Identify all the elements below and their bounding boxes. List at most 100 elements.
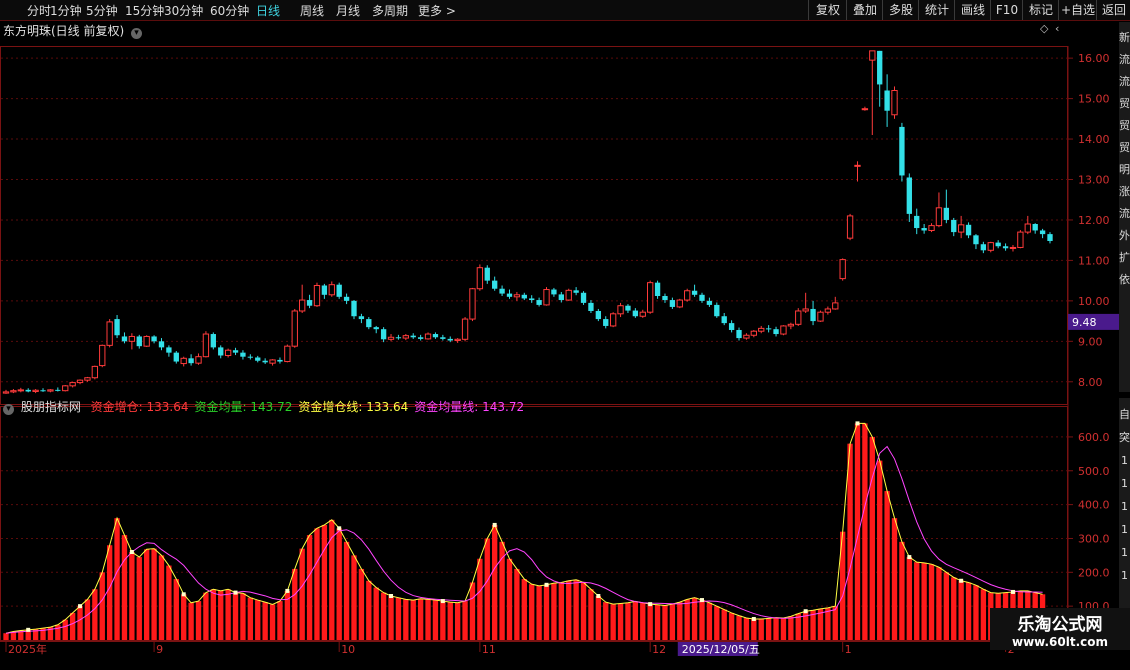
- chevron-down-icon[interactable]: ▾: [131, 28, 143, 39]
- diamond-icon[interactable]: ◇: [1040, 22, 1048, 35]
- indicator-bar: [603, 602, 609, 640]
- candle-body: [99, 344, 106, 367]
- candle-body: [839, 259, 846, 280]
- side-panel-char: 贸: [1119, 97, 1130, 110]
- tool-button-6[interactable]: 标记: [1022, 0, 1059, 20]
- indicator-bar: [121, 535, 128, 640]
- tool-button-8[interactable]: 返回: [1096, 0, 1130, 20]
- indicator-bar: [166, 565, 172, 640]
- indicator-bar: [736, 615, 742, 640]
- indicator-legend-2: 资金增仓线: 133.64: [298, 400, 409, 414]
- indicator-bar: [477, 558, 483, 640]
- tool-button-1[interactable]: 叠加: [846, 0, 883, 20]
- tool-button-5[interactable]: F10: [990, 0, 1023, 20]
- price-tick-label: 11.00: [1078, 254, 1110, 267]
- candle-body: [684, 290, 691, 301]
- indicator-bar: [403, 599, 409, 640]
- candle-body: [55, 389, 61, 391]
- candle-body: [647, 282, 654, 313]
- side-panel-char: 1: [1121, 546, 1128, 559]
- price-tick-label: 13.00: [1078, 174, 1110, 187]
- watermark: 乐淘公式网 www.60lt.com: [990, 608, 1130, 650]
- candle-body: [410, 335, 416, 338]
- indicator-bar: [195, 601, 202, 640]
- period-tab-8[interactable]: 月线: [336, 2, 360, 19]
- indicator-bar: [188, 602, 194, 640]
- period-tab-0[interactable]: 分时: [27, 2, 51, 19]
- main-grid: [0, 46, 1068, 405]
- candle-body: [1047, 234, 1053, 241]
- indicator-bar: [99, 572, 105, 640]
- tool-button-2[interactable]: 多股: [882, 0, 919, 20]
- candle-body: [802, 308, 809, 312]
- candle-body: [765, 328, 772, 330]
- candle-body: [521, 294, 527, 299]
- indicator-bar: [469, 582, 476, 640]
- tool-button-0[interactable]: 复权: [808, 0, 847, 20]
- indicator-marker: [700, 598, 704, 603]
- candle-body: [240, 352, 246, 357]
- indicator-bar: [484, 538, 490, 640]
- candle-body: [1039, 230, 1046, 235]
- chevron-left-icon[interactable]: ‹: [1055, 22, 1059, 35]
- period-tab-5[interactable]: 60分钟: [210, 2, 249, 19]
- indicator-bar: [677, 602, 683, 640]
- candle-body: [1002, 246, 1009, 249]
- tool-button-7[interactable]: +自选: [1058, 0, 1097, 20]
- period-tab-6[interactable]: 日线: [256, 2, 280, 19]
- period-tab-9[interactable]: 多周期: [372, 2, 408, 19]
- main-title: 东方明珠(日线 前复权): [3, 24, 125, 38]
- candle-body: [210, 334, 216, 348]
- candle-body: [928, 225, 935, 231]
- indicator-marker: [440, 599, 445, 604]
- indicator-bar: [765, 618, 772, 640]
- chevron-down-icon[interactable]: ▾: [3, 404, 14, 415]
- indicator-bar: [410, 600, 416, 640]
- period-tab-7[interactable]: 周线: [300, 2, 324, 19]
- candle-body: [935, 207, 943, 227]
- indicator-bar: [877, 460, 883, 640]
- indicator-bar: [203, 592, 209, 640]
- candle-body: [951, 219, 957, 233]
- side-panel-lower[interactable]: 自突 1 1 1 1 1 1: [1119, 398, 1130, 630]
- side-panel-upper[interactable]: 新流流贸贸贸明涨流外扩依: [1119, 22, 1130, 392]
- tool-button-3[interactable]: 统计: [918, 0, 955, 20]
- side-panel-char: 涨: [1119, 185, 1130, 198]
- indicator-marker: [233, 590, 238, 595]
- indicator-bar: [218, 590, 224, 640]
- candle-body: [114, 319, 120, 336]
- candle-body: [380, 329, 387, 340]
- period-tab-3[interactable]: 15分钟: [125, 2, 164, 19]
- indicator-bar: [77, 606, 83, 640]
- indicator-tick-label: 600.0: [1078, 431, 1110, 444]
- indicator-bar: [647, 604, 653, 640]
- indicator-bar: [84, 599, 91, 640]
- date-label: 2025年: [8, 642, 47, 656]
- candle-body: [980, 244, 987, 251]
- candle-body: [728, 323, 735, 330]
- side-panel-char: 明: [1119, 163, 1130, 176]
- indicator-bar: [521, 579, 527, 640]
- period-tab-2[interactable]: 5分钟: [86, 2, 118, 19]
- indicator-bar: [566, 580, 572, 640]
- indicator-bar: [965, 582, 972, 640]
- indicator-bar: [144, 549, 150, 640]
- period-tab-10[interactable]: 更多 >: [418, 2, 456, 19]
- indicator-bars: [3, 423, 1046, 640]
- indicator-marker: [129, 550, 134, 554]
- period-tab-4[interactable]: 30分钟: [164, 2, 203, 19]
- candle-body: [255, 357, 261, 361]
- candle-body: [69, 382, 76, 387]
- candle-body: [817, 311, 824, 322]
- period-tab-1[interactable]: 1分钟: [50, 2, 82, 19]
- indicator-marker: [389, 594, 394, 598]
- candle-body: [995, 242, 1001, 247]
- candle-body: [461, 318, 469, 340]
- indicator-bar: [573, 579, 579, 640]
- indicator-bar: [691, 597, 698, 640]
- side-panel-char: 1: [1121, 477, 1128, 490]
- tool-button-4[interactable]: 画线: [954, 0, 991, 20]
- indicator-bar: [447, 602, 453, 640]
- candle-body: [758, 327, 765, 332]
- indicator-marker: [959, 578, 964, 583]
